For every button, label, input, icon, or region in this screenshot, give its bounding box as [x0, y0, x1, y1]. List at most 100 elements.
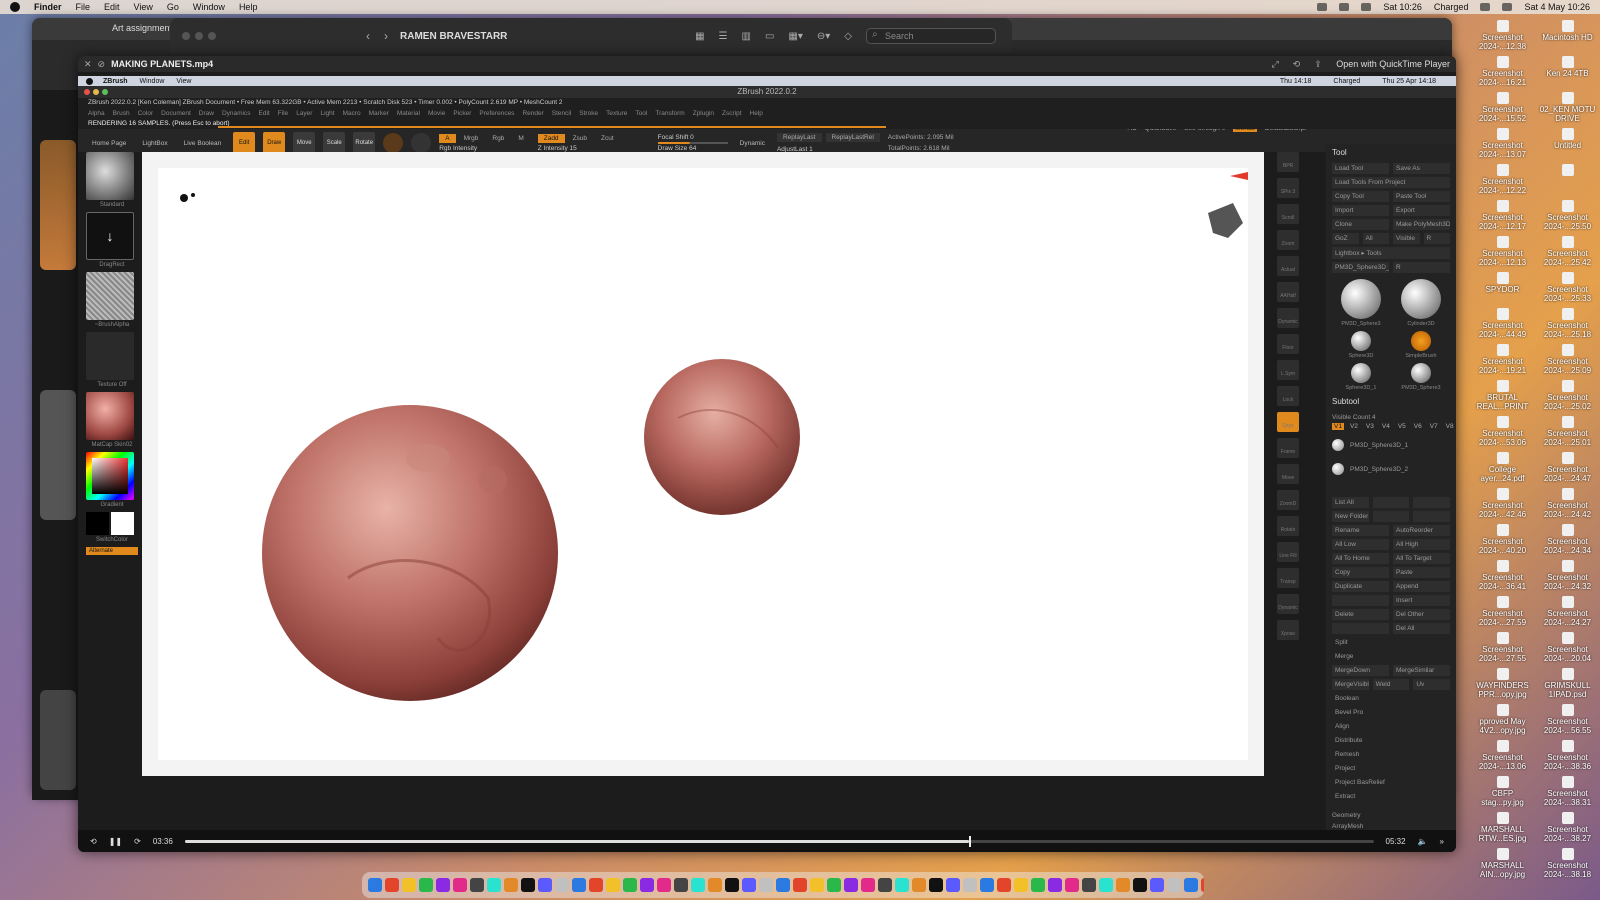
dock-app-icon[interactable]: [725, 878, 739, 892]
desktop-icon[interactable]: [1535, 164, 1600, 200]
dock-app-icon[interactable]: [657, 878, 671, 892]
desktop-icon[interactable]: Screenshot 2024-...12.17: [1470, 200, 1535, 236]
desktop-icon[interactable]: MARSHALL AIN...opy.jpg: [1470, 848, 1535, 884]
desktop-icon[interactable]: 02_KEN MOTU DRIVE: [1535, 92, 1600, 128]
gallery-view-icon[interactable]: ▭: [765, 31, 774, 42]
dock-app-icon[interactable]: [538, 878, 552, 892]
desktop-icon[interactable]: Screenshot 2024-...38.18: [1535, 848, 1600, 884]
share-icon[interactable]: ⤢: [1271, 59, 1278, 70]
desktop-icon[interactable]: Screenshot 2024-...24.47: [1535, 452, 1600, 488]
forward-icon[interactable]: ›: [384, 29, 388, 43]
dock-app-icon[interactable]: [708, 878, 722, 892]
desktop-icon[interactable]: Macintosh HD: [1535, 20, 1600, 56]
menu-edit[interactable]: Edit: [104, 2, 120, 12]
desktop-icon[interactable]: Screenshot 2024-...25.01: [1535, 416, 1600, 452]
desktop-icon[interactable]: Screenshot 2024-...38.27: [1535, 812, 1600, 848]
dock-app-icon[interactable]: [606, 878, 620, 892]
dock-app-icon[interactable]: [1048, 878, 1062, 892]
status-icon[interactable]: [1361, 3, 1372, 11]
desktop-icon[interactable]: Screenshot 2024-...27.55: [1470, 632, 1535, 668]
dock-app-icon[interactable]: [1099, 878, 1113, 892]
grid-view-icon[interactable]: ▦: [695, 31, 704, 42]
dock-app-icon[interactable]: [878, 878, 892, 892]
desktop-icon[interactable]: Screenshot 2024-...40.20: [1470, 524, 1535, 560]
dock-app-icon[interactable]: [504, 878, 518, 892]
volume-icon[interactable]: 🔈: [1418, 837, 1428, 846]
battery-status[interactable]: Charged: [1434, 2, 1469, 12]
dock-app-icon[interactable]: [623, 878, 637, 892]
menu-go[interactable]: Go: [167, 2, 179, 12]
dock-app-icon[interactable]: [368, 878, 382, 892]
dock-app-icon[interactable]: [929, 878, 943, 892]
dock-app-icon[interactable]: [487, 878, 501, 892]
menu-app-name[interactable]: Finder: [34, 2, 62, 12]
desktop-icon[interactable]: Screenshot 2024-...24.34: [1535, 524, 1600, 560]
desktop-icon[interactable]: Screenshot 2024-...12.13: [1470, 236, 1535, 272]
desktop-icon[interactable]: Screenshot 2024-...12.22: [1470, 164, 1535, 200]
dock-app-icon[interactable]: [419, 878, 433, 892]
minimize-button[interactable]: [195, 32, 203, 40]
menubar-time[interactable]: Sat 10:26: [1383, 2, 1422, 12]
column-view-icon[interactable]: ▥: [742, 31, 751, 42]
desktop-icon[interactable]: Screenshot 2024-...25.42: [1535, 236, 1600, 272]
dock-app-icon[interactable]: [555, 878, 569, 892]
dock-app-icon[interactable]: [402, 878, 416, 892]
desktop-icon[interactable]: Screenshot 2024-...20.04: [1535, 632, 1600, 668]
dock-app-icon[interactable]: [844, 878, 858, 892]
desktop-icon[interactable]: Screenshot 2024-...15.52: [1470, 92, 1535, 128]
dock-app-icon[interactable]: [691, 878, 705, 892]
desktop-icon[interactable]: Screenshot 2024-...53.06: [1470, 416, 1535, 452]
desktop-icon[interactable]: Screenshot 2024-...19.21: [1470, 344, 1535, 380]
dock-app-icon[interactable]: [980, 878, 994, 892]
desktop-icon[interactable]: Screenshot 2024-...38.31: [1535, 776, 1600, 812]
dock-app-icon[interactable]: [793, 878, 807, 892]
desktop-icon[interactable]: WAYFINDERS PPR...opy.jpg: [1470, 668, 1535, 704]
desktop-icon[interactable]: Screenshot 2024-...38.36: [1535, 740, 1600, 776]
menu-file[interactable]: File: [76, 2, 91, 12]
desktop-icon[interactable]: BRUTAL REAL...PRINT: [1470, 380, 1535, 416]
desktop-icon[interactable]: Screenshot 2024-...13.07: [1470, 128, 1535, 164]
desktop-icon[interactable]: College ayer...24.pdf: [1470, 452, 1535, 488]
desktop-icon[interactable]: MARSHALL RTW...ES.jpg: [1470, 812, 1535, 848]
desktop-icon[interactable]: Screenshot 2024-...36.41: [1470, 560, 1535, 596]
dock-app-icon[interactable]: [861, 878, 875, 892]
desktop-icon[interactable]: Screenshot 2024-...24.42: [1535, 488, 1600, 524]
dock-app-icon[interactable]: [827, 878, 841, 892]
close-icon[interactable]: ✕: [84, 59, 92, 70]
search-input[interactable]: Search: [866, 28, 996, 44]
pip-icon[interactable]: ⊘: [98, 59, 106, 70]
dock-app-icon[interactable]: [912, 878, 926, 892]
desktop-icon[interactable]: Screenshot 2024-...25.33: [1535, 272, 1600, 308]
dock-app-icon[interactable]: [521, 878, 535, 892]
open-quicktime-button[interactable]: ⤢ ⟲ ⇪ Open with QuickTime Player: [1271, 59, 1450, 70]
dock-app-icon[interactable]: [810, 878, 824, 892]
dock-app-icon[interactable]: [589, 878, 603, 892]
dock-app-icon[interactable]: [946, 878, 960, 892]
status-icon[interactable]: [1317, 3, 1328, 11]
desktop-icon[interactable]: CBFP stag...py.jpg: [1470, 776, 1535, 812]
zoom-button[interactable]: [208, 32, 216, 40]
status-icon[interactable]: [1339, 3, 1350, 11]
desktop-icon[interactable]: Screenshot 2024-...44.49: [1470, 308, 1535, 344]
dock-app-icon[interactable]: [640, 878, 654, 892]
dock-app-icon[interactable]: [1184, 878, 1198, 892]
desktop-icon[interactable]: Screenshot 2024-...12.38: [1470, 20, 1535, 56]
dock-app-icon[interactable]: [674, 878, 688, 892]
dock-app-icon[interactable]: [1167, 878, 1181, 892]
skip-forward-icon[interactable]: ⟳: [134, 837, 141, 846]
desktop-icon[interactable]: SPYDOR: [1470, 272, 1535, 308]
scrubber[interactable]: [184, 835, 1374, 847]
dock-app-icon[interactable]: [1150, 878, 1164, 892]
dock-app-icon[interactable]: [1014, 878, 1028, 892]
menu-window[interactable]: Window: [193, 2, 225, 12]
skip-back-icon[interactable]: ⟲: [90, 837, 97, 846]
desktop-icon[interactable]: Screenshot 2024-...25.50: [1535, 200, 1600, 236]
desktop-icon[interactable]: Screenshot 2024-...27.59: [1470, 596, 1535, 632]
more-icon[interactable]: ⊖▾: [817, 31, 830, 42]
dock-app-icon[interactable]: [1201, 878, 1204, 892]
wifi-icon[interactable]: [1480, 3, 1491, 11]
menu-view[interactable]: View: [134, 2, 153, 12]
desktop-icon[interactable]: Ken 24 4TB: [1535, 56, 1600, 92]
tag-icon[interactable]: ◇: [844, 31, 852, 42]
dock-app-icon[interactable]: [895, 878, 909, 892]
